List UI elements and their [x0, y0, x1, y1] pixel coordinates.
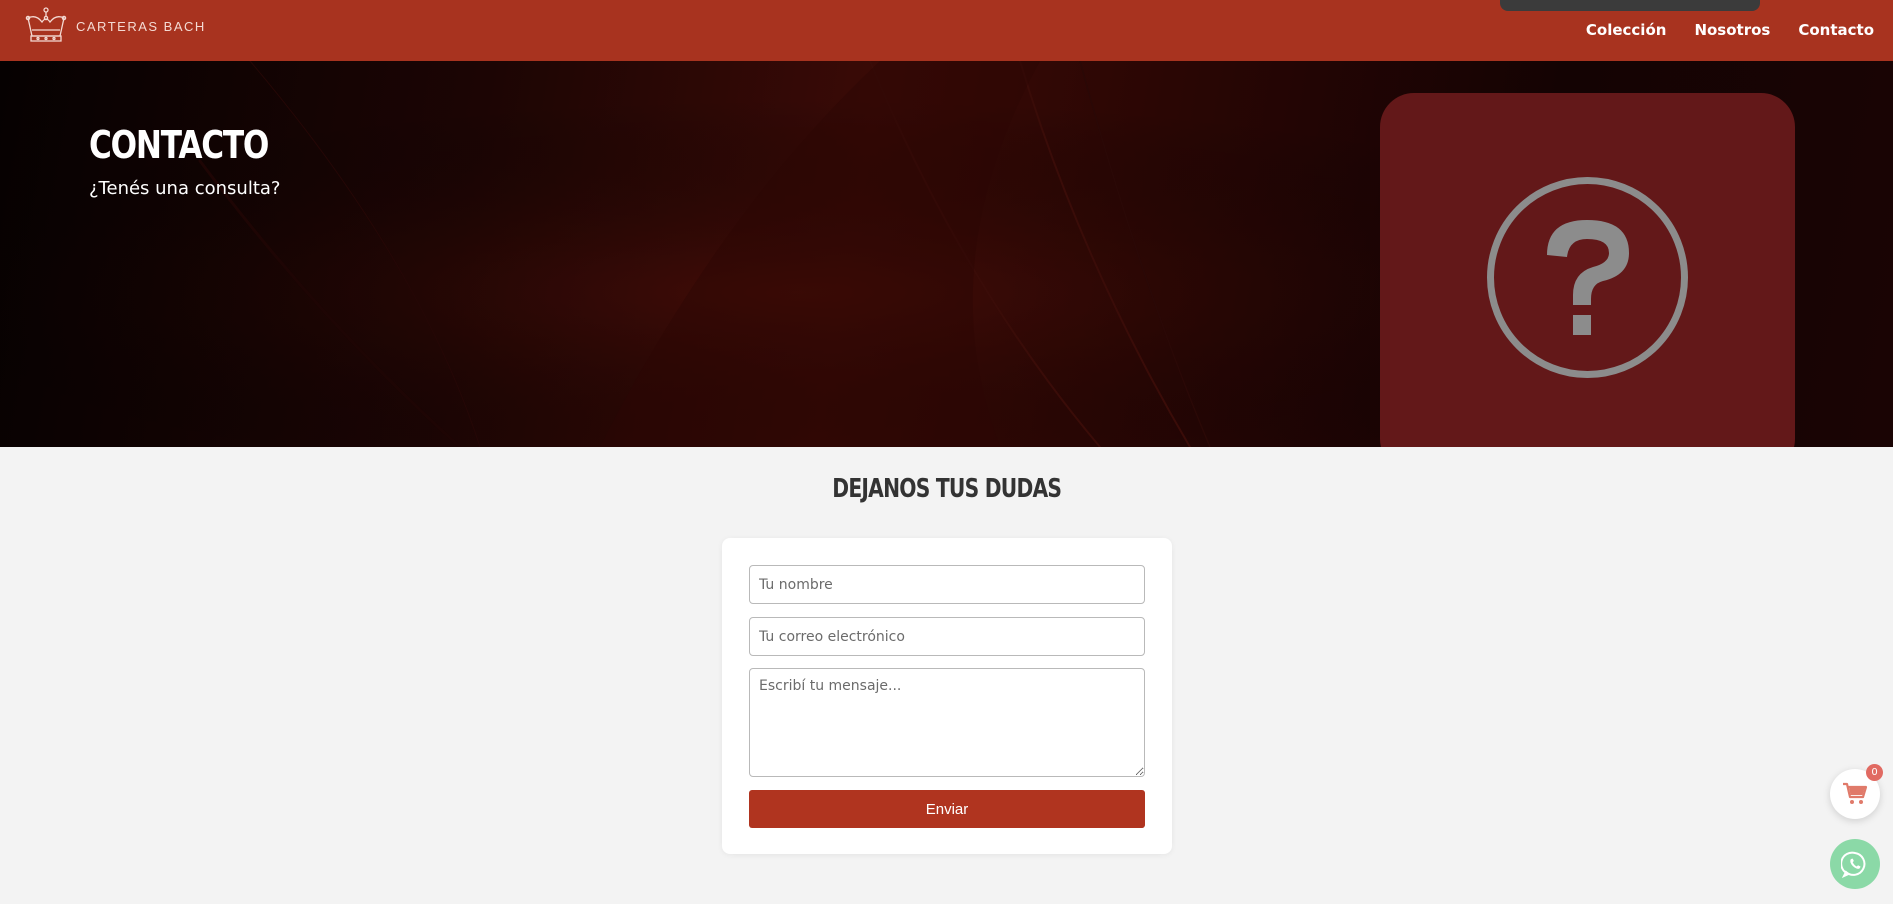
- brand-logo[interactable]: CARTERAS BACH: [22, 6, 206, 46]
- whatsapp-button[interactable]: [1830, 839, 1880, 889]
- nav-link-contacto[interactable]: Contacto: [1798, 21, 1874, 39]
- section-title-text: DEJANOS TUS DUDAS: [832, 474, 1062, 504]
- hero-banner: CONTACTO ¿Tenés una consulta?: [0, 61, 1893, 447]
- brand-name: CARTERAS BACH: [76, 18, 206, 34]
- email-input[interactable]: [749, 617, 1145, 656]
- crown-logo-icon: [25, 7, 67, 42]
- hero-question-card: [1380, 93, 1795, 447]
- hero-subtitle: ¿Tenés una consulta?: [89, 178, 281, 199]
- site-header: CARTERAS BACH Colección Nosotros Contact…: [0, 0, 1893, 61]
- whatsapp-icon: [1841, 851, 1866, 878]
- contact-form: Enviar: [722, 538, 1172, 854]
- hero-title: CONTACTO: [89, 123, 269, 167]
- name-input[interactable]: [749, 565, 1145, 604]
- main-nav: Colección Nosotros Contacto: [1558, 0, 1874, 59]
- nav-link-coleccion[interactable]: Colección: [1586, 21, 1667, 39]
- cart-count-badge: 0: [1866, 764, 1883, 781]
- cart-icon: [1843, 782, 1868, 804]
- section-title: DEJANOS TUS DUDAS: [0, 474, 1893, 504]
- message-textarea[interactable]: [749, 668, 1145, 777]
- send-button[interactable]: Enviar: [749, 790, 1145, 828]
- question-icon: [1487, 177, 1688, 378]
- nav-link-nosotros[interactable]: Nosotros: [1694, 21, 1770, 39]
